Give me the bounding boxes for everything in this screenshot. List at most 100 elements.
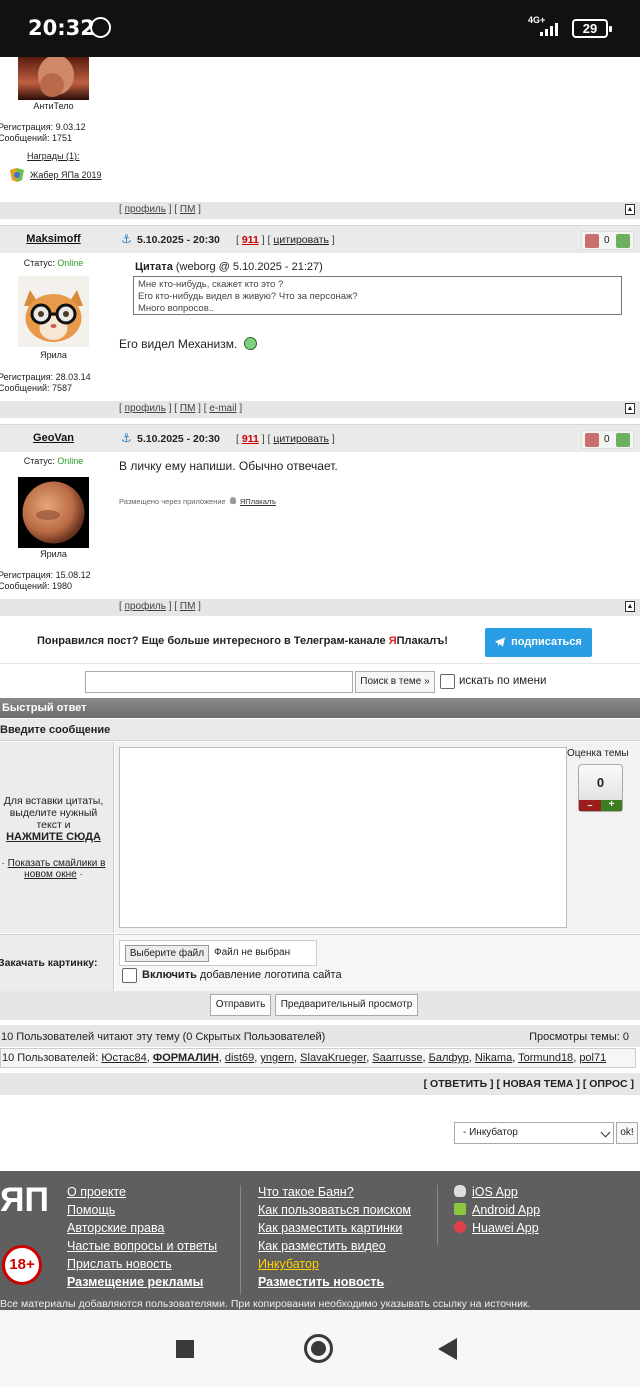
reader-link[interactable]: Saarrusse xyxy=(372,1052,422,1064)
reader-link[interactable]: SlavaKrueger xyxy=(300,1052,366,1064)
avatar[interactable] xyxy=(18,57,89,100)
footer-link-incubator[interactable]: Инкубатор xyxy=(258,1255,411,1273)
scroll-up-icon[interactable]: ▲ xyxy=(625,403,635,414)
reader-link[interactable]: Tormund18 xyxy=(518,1052,573,1064)
post-rating: 0 xyxy=(581,430,634,449)
reader-link[interactable]: pol71 xyxy=(579,1052,606,1064)
quote-box: Мне кто-нибудь, скажет кто это ? Его кто… xyxy=(133,276,622,315)
message-textarea[interactable] xyxy=(119,747,567,928)
pm-link[interactable]: ПМ xyxy=(180,403,196,414)
footer-link-search-help[interactable]: Как пользоваться поиском xyxy=(258,1201,411,1219)
rate-plus-button[interactable]: + xyxy=(601,800,622,811)
footer-link-android[interactable]: Android App xyxy=(454,1201,540,1219)
user-rank: Ярила xyxy=(40,549,67,559)
forum-jump-select[interactable]: - Инкубатор xyxy=(454,1122,614,1144)
scroll-up-icon[interactable]: ▲ xyxy=(625,601,635,612)
topic-search-input[interactable] xyxy=(85,671,353,693)
site-footer: ЯП 18+ О проекте Помощь Авторские права … xyxy=(0,1171,640,1310)
search-by-name-checkbox[interactable] xyxy=(440,674,455,689)
insert-quote-link[interactable]: НАЖМИТЕ СЮДА xyxy=(6,831,101,843)
new-topic-link[interactable]: НОВАЯ ТЕМА xyxy=(503,1078,574,1090)
back-icon[interactable] xyxy=(438,1338,457,1360)
reader-link[interactable]: Балфур xyxy=(429,1052,469,1064)
reply-link[interactable]: ОТВЕТИТЬ xyxy=(430,1078,487,1090)
message-count: Сообщений: 1980 xyxy=(0,581,73,591)
site-logo[interactable]: ЯП xyxy=(0,1183,50,1238)
telegram-icon xyxy=(495,637,505,647)
quote-link[interactable]: цитировать xyxy=(273,433,329,445)
email-link[interactable]: e-mail xyxy=(209,403,236,414)
post0-footer: [ профиль ] [ ПМ ] ▲ xyxy=(0,202,640,219)
preview-button[interactable]: Предварительный просмотр xyxy=(275,994,418,1016)
anchor-icon[interactable]: ⚓ xyxy=(121,232,132,246)
site-logo-checkbox[interactable] xyxy=(122,968,137,983)
reader-link[interactable]: dist69 xyxy=(225,1052,254,1064)
post2-author-panel: Статус: Online Ярила Регистрация: 15.08.… xyxy=(0,453,114,599)
rating-count: 0 xyxy=(604,235,610,246)
readers-list: 10 Пользователей: Юстас84, ФОРМАЛИН, dis… xyxy=(0,1048,636,1068)
reader-link[interactable]: yngern xyxy=(260,1052,294,1064)
footer-link-faq[interactable]: Частые вопросы и ответы xyxy=(67,1237,217,1255)
footer-link-about[interactable]: О проекте xyxy=(67,1183,217,1201)
post0-author-panel: АнтиТело Регистрация: 9.03.12 Сообщений:… xyxy=(0,57,114,202)
footer-link-send-news[interactable]: Прислать новость xyxy=(67,1255,217,1273)
award-name[interactable]: Жабер ЯПа 2019 xyxy=(30,170,101,180)
awards-link[interactable]: Награды (1): xyxy=(27,151,80,161)
site-logo-label: Включить добавление логотипа сайта xyxy=(142,969,342,981)
reader-link[interactable]: ФОРМАЛИН xyxy=(153,1052,219,1064)
upload-cell: Выберите файл Файл не выбран Включить до… xyxy=(115,934,640,991)
profile-link[interactable]: профиль xyxy=(125,204,166,215)
send-button[interactable]: Отправить xyxy=(210,994,271,1016)
upload-label-cell: Закачать картинку: xyxy=(0,934,114,991)
topic-readers: 10 Пользователей читают эту тему (0 Скры… xyxy=(0,1025,640,1047)
footer-link-huawei[interactable]: Huawei App xyxy=(454,1219,540,1237)
footer-link-copyright[interactable]: Авторские права xyxy=(67,1219,217,1237)
android-icon xyxy=(454,1203,466,1215)
author-nick[interactable]: Maksimoff xyxy=(0,233,107,245)
thumb-up-icon[interactable] xyxy=(616,234,630,248)
profile-link[interactable]: профиль xyxy=(125,601,166,612)
telegram-promo: Понравился пост? Еще больше интересного … xyxy=(0,615,640,664)
author-nick[interactable]: GeoVan xyxy=(0,432,107,444)
thumb-down-icon[interactable] xyxy=(585,433,599,447)
quote-link[interactable]: цитировать xyxy=(273,234,329,246)
subscribe-button[interactable]: подписаться xyxy=(485,628,592,657)
poll-link[interactable]: ОПРОС xyxy=(589,1078,627,1090)
footer-column-1: О проекте Помощь Авторские права Частые … xyxy=(67,1183,217,1291)
post-number[interactable]: 911 xyxy=(242,433,259,445)
pm-link[interactable]: ПМ xyxy=(180,204,196,215)
post-number[interactable]: 911 xyxy=(242,234,259,246)
footer-link-help[interactable]: Помощь xyxy=(67,1201,217,1219)
reader-link[interactable]: Nikama xyxy=(475,1052,512,1064)
footer-link-video-help[interactable]: Как разместить видео xyxy=(258,1237,411,1255)
scroll-up-icon[interactable]: ▲ xyxy=(625,204,635,215)
anchor-icon[interactable]: ⚓ xyxy=(121,431,132,445)
forum-jump-go-button[interactable]: ok! xyxy=(616,1122,638,1144)
telegram-promo-text: Понравился пост? Еще больше интересного … xyxy=(37,635,448,647)
footer-link-images-help[interactable]: Как разместить картинки xyxy=(258,1219,411,1237)
search-in-topic-button[interactable]: Поиск в теме » xyxy=(355,671,435,693)
footer-link-ads[interactable]: Размещение рекламы xyxy=(67,1273,217,1291)
topic-rating-widget: 0 – + xyxy=(578,764,623,812)
registration-date: Регистрация: 9.03.12 xyxy=(0,122,86,132)
footer-link-bayan[interactable]: Что такое Баян? xyxy=(258,1183,411,1201)
reader-link[interactable]: Юстас84 xyxy=(101,1052,146,1064)
pm-link[interactable]: ПМ xyxy=(180,601,196,612)
avatar[interactable] xyxy=(18,276,89,347)
recents-icon[interactable] xyxy=(176,1340,194,1358)
avatar[interactable] xyxy=(18,477,89,548)
app-link[interactable]: ЯПлакалъ xyxy=(240,497,276,506)
online-status: Online xyxy=(57,258,84,268)
readers-summary: 10 Пользователей читают эту тему (0 Скры… xyxy=(1,1031,326,1043)
thumb-down-icon[interactable] xyxy=(585,234,599,248)
footer-link-post-news[interactable]: Разместить новость xyxy=(258,1273,411,1291)
profile-link[interactable]: профиль xyxy=(125,403,166,414)
message-count: Сообщений: 7587 xyxy=(0,383,73,393)
home-icon[interactable] xyxy=(304,1334,333,1363)
thumb-up-icon[interactable] xyxy=(616,433,630,447)
footer-link-ios[interactable]: iOS App xyxy=(454,1183,540,1201)
show-smiles-link[interactable]: Показать смайлики в новом окне xyxy=(8,858,106,880)
rate-minus-button[interactable]: – xyxy=(579,800,601,811)
choose-file-button[interactable]: Выберите файл xyxy=(125,945,209,962)
file-input: Выберите файл Файл не выбран xyxy=(119,940,317,966)
